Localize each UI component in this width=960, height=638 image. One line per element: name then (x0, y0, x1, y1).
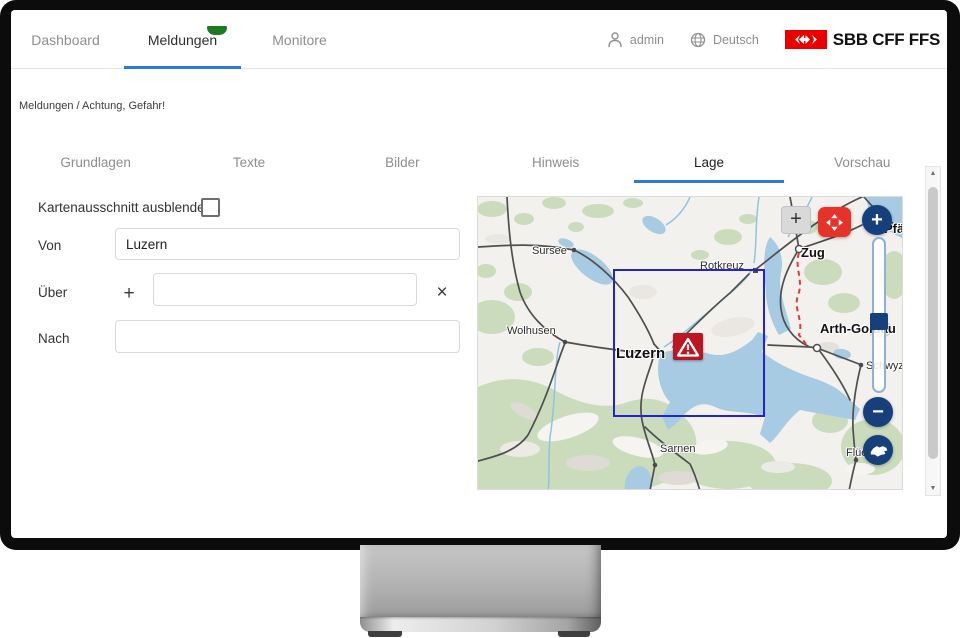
active-tab-underline (634, 180, 783, 183)
warning-triangle-icon (676, 336, 700, 358)
scrollbar-thumb[interactable] (928, 187, 938, 459)
tab-label: Texte (233, 155, 265, 170)
monitor-stand-base (360, 617, 601, 632)
sbb-logo: SBB CFF FFS (785, 30, 940, 50)
tab-hinweis[interactable]: Hinweis (479, 141, 632, 183)
breadcrumb: Meldungen / Achtung, Gefahr! (19, 100, 165, 112)
switzerland-icon (868, 443, 889, 458)
clear-via-button[interactable]: × (431, 282, 453, 304)
ueber-input[interactable] (153, 273, 417, 306)
tab-lage[interactable]: Lage (632, 141, 785, 183)
tab-grundlagen[interactable]: Grundlagen (19, 141, 172, 183)
monitor-frame: Dashboard Meldungen Monitore (0, 0, 960, 550)
tab-bilder[interactable]: Bilder (326, 141, 479, 183)
content-scrollbar[interactable]: ▲ ▼ (925, 166, 941, 496)
tab-label: Hinweis (532, 155, 579, 170)
sbb-logo-text: SBB CFF FFS (833, 30, 940, 50)
reset-view-button[interactable] (863, 435, 893, 465)
user-icon (607, 31, 623, 48)
user-menu[interactable]: admin (607, 31, 664, 48)
main-navigation: Dashboard Meldungen Monitore (11, 10, 358, 69)
active-tab-underline (124, 66, 241, 69)
tab-label: Vorschau (834, 155, 890, 170)
warning-marker[interactable] (673, 333, 703, 360)
tab-vorschau[interactable]: Vorschau (786, 141, 939, 183)
pan-arrows-icon (826, 214, 843, 231)
zoom-out-button[interactable]: − (863, 397, 893, 427)
header-right: admin Deutsch (607, 10, 940, 69)
monitor-foot-left (368, 631, 402, 637)
monitor-stand (360, 545, 601, 619)
nach-label: Nach (38, 331, 70, 346)
zoom-in-button[interactable]: + (862, 205, 892, 235)
map-canvas[interactable]: Sursee Rotkreuz Wolhusen Zug Pfäffikon A… (477, 196, 903, 490)
status-indicator-icon (207, 26, 227, 35)
von-input[interactable] (115, 228, 460, 260)
tab-label: Grundlagen (60, 155, 131, 170)
language-label: Deutsch (713, 33, 759, 47)
pan-mode-button[interactable] (818, 207, 851, 237)
tab-label: Lage (694, 155, 724, 170)
zoom-slider-handle[interactable] (870, 313, 888, 330)
town-label-zug: Zug (801, 245, 825, 260)
page: Dashboard Meldungen Monitore (0, 0, 960, 638)
globe-icon (690, 32, 706, 48)
detail-tabs: Grundlagen Texte Bilder Hinweis Lage Vor… (19, 141, 939, 183)
town-label-sarnen: Sarnen (660, 443, 695, 455)
nach-input[interactable] (115, 320, 460, 353)
nav-tab-label: Monitore (272, 32, 326, 48)
nav-tab-label: Dashboard (31, 32, 100, 48)
scrollbar-down-arrow[interactable]: ▼ (926, 482, 940, 495)
hide-map-checkbox[interactable] (201, 198, 220, 217)
ueber-label: Über (38, 285, 67, 300)
nav-tab-monitore[interactable]: Monitore (241, 10, 358, 69)
scrollbar-up-arrow[interactable]: ▲ (926, 167, 940, 180)
town-label-sursee: Sursee (532, 245, 567, 257)
screen: Dashboard Meldungen Monitore (11, 10, 947, 538)
town-label-wolhusen: Wolhusen (507, 325, 556, 337)
tab-label: Bilder (385, 155, 420, 170)
sbb-logo-icon (785, 30, 827, 49)
hide-map-label: Kartenausschnitt ausblenden (38, 200, 212, 215)
nav-tab-dashboard[interactable]: Dashboard (11, 10, 124, 69)
nav-tab-meldungen[interactable]: Meldungen (124, 10, 241, 69)
box-zoom-button[interactable]: + (781, 206, 811, 234)
app-header: Dashboard Meldungen Monitore (11, 10, 947, 69)
add-via-button[interactable]: + (118, 283, 140, 305)
username-label: admin (630, 33, 664, 47)
tab-texte[interactable]: Texte (172, 141, 325, 183)
von-label: Von (38, 238, 61, 253)
language-menu[interactable]: Deutsch (690, 32, 759, 48)
nav-tab-label: Meldungen (148, 32, 217, 48)
monitor-foot-right (558, 631, 590, 637)
